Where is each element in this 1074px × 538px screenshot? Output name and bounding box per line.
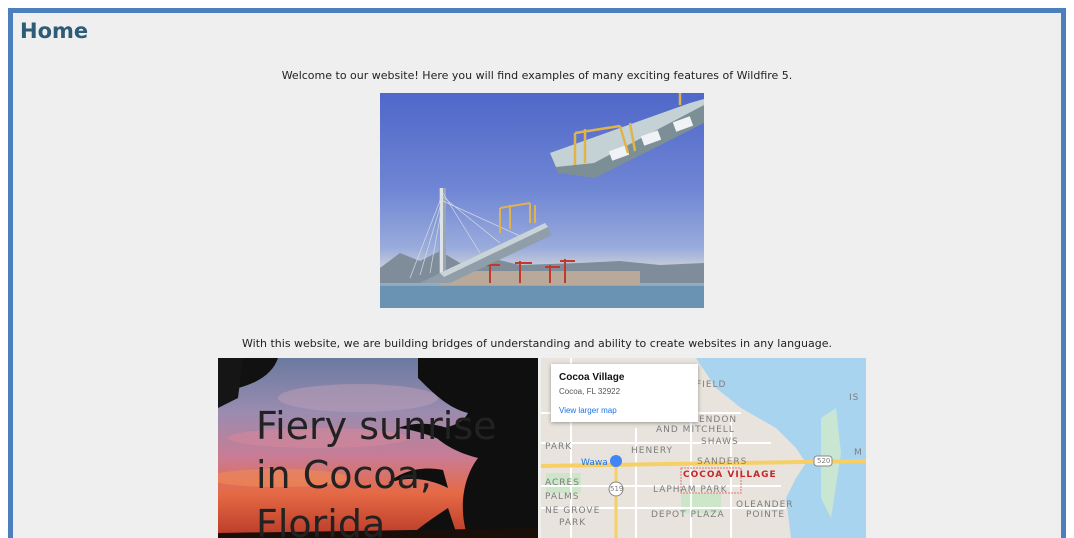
map-label-field: FIELD [696,380,727,390]
bridges-caption: With this website, we are building bridg… [242,337,832,350]
page-title: Home [20,19,89,43]
map-label-cocoa-village: COCOA VILLAGE [683,470,777,480]
map-label-oleander: OLEANDER [736,500,794,510]
map-label-wawa: Wawa [581,458,608,468]
sunrise-photo: Fiery sunrise in Cocoa, Florida [218,358,538,538]
map-label-park: PARK [545,442,573,452]
map-label-park-2: PARK [559,518,587,528]
map-label-pointe: POINTE [746,510,786,520]
map-label-endon: ENDON [699,415,738,425]
map-route-519: 519 [610,485,624,493]
map-label-m: M [854,448,863,458]
map-label-depot-plaza: DEPOT PLAZA [651,510,725,520]
map-popup-title: Cocoa Village [559,372,625,383]
map-label-sanders: SANDERS [697,457,748,467]
map-label-lapham-park: LAPHAM PARK [653,485,728,495]
intro-text: Welcome to our website! Here you will fi… [281,69,793,82]
map-label-palms: PALMS [545,492,580,502]
map-label-henery: HENERY [631,446,674,456]
map-label-shaws: SHAWS [701,437,739,447]
map-route-520: 520 [817,457,831,465]
map-popup-address: Cocoa, FL 32922 [559,387,621,396]
map-label-is: IS [849,393,860,403]
view-larger-map-link[interactable]: View larger map [559,406,617,415]
bridge-photo [380,93,704,308]
map-embed[interactable]: FIELD IS ENDON AND MITCHELL SHAWS PARK H… [541,358,866,538]
map-info-popup: Cocoa Village Cocoa, FL 32922 View large… [551,364,698,422]
map-label-acres: ACRES [545,478,580,488]
sunrise-overlay-text: Fiery sunrise in Cocoa, Florida [256,404,497,538]
bridge-illustration [380,93,704,308]
map-label-ne-grove: NE GROVE [545,506,601,516]
map-label-and-mitchell: AND MITCHELL [656,425,735,435]
content-frame: Home Welcome to our website! Here you wi… [8,8,1066,538]
